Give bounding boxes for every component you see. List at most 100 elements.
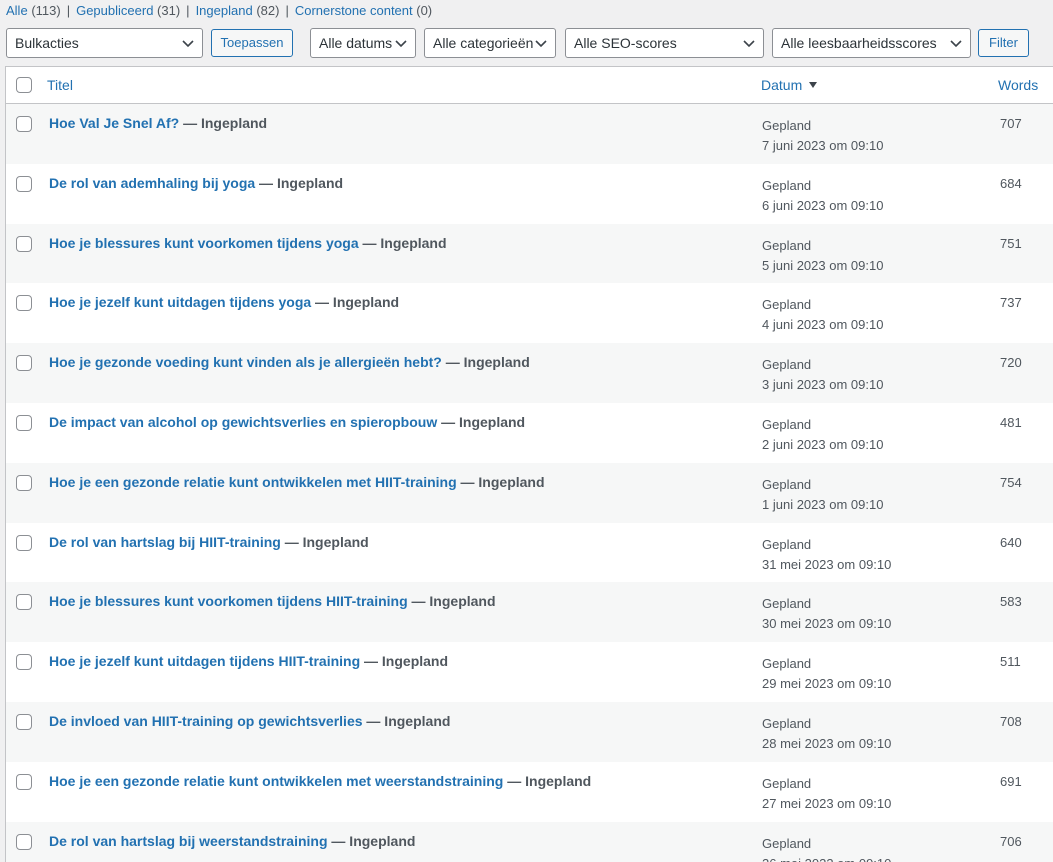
post-title-cell: Hoe je een gezonde relatie kunt ontwikke… <box>49 773 591 789</box>
post-date-cell: Gepland 27 mei 2023 om 09:10 <box>762 774 891 814</box>
table-row: De impact van alcohol op gewichtsverlies… <box>6 403 1053 463</box>
post-title-cell: Hoe je blessures kunt voorkomen tijdens … <box>49 593 496 609</box>
post-title-link[interactable]: De rol van hartslag bij weerstandstraini… <box>49 833 328 849</box>
post-date: 27 mei 2023 om 09:10 <box>762 795 892 811</box>
post-date-cell: Gepland 4 juni 2023 om 09:10 <box>762 295 883 335</box>
post-title-link[interactable]: Hoe je gezonde voeding kunt vinden als j… <box>49 354 442 370</box>
table-row: Hoe je gezonde voeding kunt vinden als j… <box>6 343 1053 403</box>
seo-score-filter-select[interactable]: Alle SEO-scores <box>565 28 764 58</box>
apply-button[interactable]: Toepassen <box>211 29 293 57</box>
row-checkbox[interactable] <box>16 833 32 850</box>
chevron-down-icon <box>950 40 962 48</box>
post-state: — Ingepland <box>327 832 416 849</box>
post-state: — Ingepland <box>311 294 400 311</box>
filter-scheduled-label: Ingepland <box>195 3 253 18</box>
post-status: Gepland <box>762 715 812 731</box>
post-date-cell: Gepland 3 juni 2023 om 09:10 <box>762 355 883 395</box>
row-checkbox[interactable] <box>16 355 32 372</box>
table-row: Hoe je een gezonde relatie kunt ontwikke… <box>6 462 1053 523</box>
post-title-link[interactable]: Hoe je een gezonde relatie kunt ontwikke… <box>49 773 503 789</box>
post-title-link[interactable]: Hoe je jezelf kunt uitdagen tijdens yoga <box>49 294 311 310</box>
post-date: 28 mei 2023 om 09:10 <box>762 735 892 751</box>
post-state: — Ingepland <box>437 413 526 430</box>
post-word-count: 751 <box>1000 235 1022 251</box>
chevron-down-icon <box>535 40 547 48</box>
post-word-count: 720 <box>1000 355 1022 371</box>
post-title-link[interactable]: Hoe je jezelf kunt uitdagen tijdens HIIT… <box>49 653 360 669</box>
row-checkbox[interactable] <box>16 474 32 491</box>
filter-scheduled-link[interactable]: Ingepland <box>196 3 253 18</box>
filter-published-link[interactable]: Gepubliceerd <box>76 3 153 18</box>
table-row: Hoe je blessures kunt voorkomen tijdens … <box>6 223 1053 284</box>
post-date-cell: Gepland 30 mei 2023 om 09:10 <box>762 594 891 634</box>
post-date: 30 mei 2023 om 09:10 <box>762 616 892 632</box>
row-checkbox[interactable] <box>16 414 32 431</box>
post-title-cell: Hoe je jezelf kunt uitdagen tijdens HIIT… <box>49 653 448 669</box>
column-date-header[interactable]: Datum <box>761 67 818 103</box>
post-state: — Ingepland <box>179 115 268 131</box>
post-status: Gepland <box>762 596 812 612</box>
post-state: — Ingepland <box>255 174 344 191</box>
post-title-link[interactable]: De rol van hartslag bij HIIT-training <box>49 534 281 550</box>
post-title-link[interactable]: Hoe je blessures kunt voorkomen tijdens … <box>49 593 408 609</box>
post-title-cell: Hoe je jezelf kunt uitdagen tijdens yoga… <box>49 294 399 310</box>
filter-scheduled-count: (82) <box>256 3 280 18</box>
table-row: Hoe je jezelf kunt uitdagen tijdens HIIT… <box>6 642 1053 702</box>
row-checkbox[interactable] <box>16 116 32 132</box>
post-date-cell: Gepland 31 mei 2023 om 09:10 <box>762 535 891 575</box>
seo-score-filter-value: Alle SEO-scores <box>574 35 677 51</box>
post-title-cell: De rol van ademhaling bij yoga — Ingepla… <box>49 175 343 191</box>
post-status: Gepland <box>762 536 812 552</box>
post-date-cell: Gepland 2 juni 2023 om 09:10 <box>762 415 883 455</box>
filter-all-label: Alle <box>6 3 28 18</box>
post-title-link[interactable]: De rol van ademhaling bij yoga <box>49 175 255 191</box>
post-title-cell: Hoe je gezonde voeding kunt vinden als j… <box>49 354 530 370</box>
status-filter-links: Alle (113) | Gepubliceerd (31) | Ingepland (… <box>6 3 432 19</box>
category-filter-select[interactable]: Alle categorieën <box>424 28 556 58</box>
filter-all-link[interactable]: Alle <box>6 3 28 18</box>
column-title-header[interactable]: Titel <box>47 67 73 103</box>
post-state: — Ingepland <box>358 234 447 251</box>
post-date: 6 juni 2023 om 09:10 <box>762 197 884 213</box>
filter-separator: | <box>285 3 289 18</box>
post-date-cell: Gepland 28 mei 2023 om 09:10 <box>762 714 891 754</box>
filter-button[interactable]: Filter <box>978 29 1029 57</box>
post-title-link[interactable]: Hoe Val Je Snel Af? <box>49 115 179 131</box>
post-title-link[interactable]: Hoe je blessures kunt voorkomen tijdens … <box>49 235 359 251</box>
post-title-link[interactable]: Hoe je een gezonde relatie kunt ontwikke… <box>49 474 457 490</box>
row-checkbox[interactable] <box>16 713 32 730</box>
post-status: Gepland <box>762 118 812 133</box>
post-status: Gepland <box>762 237 812 253</box>
post-date: 5 juni 2023 om 09:10 <box>762 257 884 273</box>
post-date: 2 juni 2023 om 09:10 <box>762 436 884 452</box>
row-checkbox[interactable] <box>16 235 32 252</box>
row-checkbox[interactable] <box>16 654 32 671</box>
table-row: De invloed van HIIT-training op gewichts… <box>6 701 1053 762</box>
bulk-actions-value: Bulkacties <box>15 35 79 51</box>
row-checkbox[interactable] <box>16 594 32 611</box>
post-word-count: 511 <box>1000 654 1021 670</box>
row-checkbox[interactable] <box>16 773 32 790</box>
post-state: — Ingepland <box>362 712 451 729</box>
filter-cornerstone-link[interactable]: Cornerstone content <box>295 3 413 18</box>
table-row: Hoe je een gezonde relatie kunt ontwikke… <box>6 762 1053 822</box>
chevron-down-icon <box>182 40 194 48</box>
post-date-cell: Gepland 26 mei 2023 om 09:10 <box>762 834 891 862</box>
post-word-count: 481 <box>1000 414 1022 430</box>
post-title-cell: De impact van alcohol op gewichtsverlies… <box>49 414 525 430</box>
readability-filter-value: Alle leesbaarheidsscores <box>781 35 937 51</box>
bulk-actions-select[interactable]: Bulkacties <box>6 28 203 58</box>
post-title-link[interactable]: De impact van alcohol op gewichtsverlies… <box>49 414 437 430</box>
row-checkbox[interactable] <box>16 175 32 192</box>
readability-filter-select[interactable]: Alle leesbaarheidsscores <box>772 28 971 58</box>
sort-desc-icon <box>809 82 818 88</box>
select-all-checkbox[interactable] <box>16 77 32 93</box>
column-words-header[interactable]: Words <box>998 67 1038 103</box>
chevron-down-icon <box>743 40 755 48</box>
post-title-link[interactable]: De invloed van HIIT-training op gewichts… <box>49 713 363 729</box>
row-checkbox[interactable] <box>16 534 32 551</box>
chevron-down-icon <box>395 40 407 48</box>
date-filter-select[interactable]: Alle datums <box>310 28 416 58</box>
post-date-cell: Gepland 7 juni 2023 om 09:10 <box>762 116 883 156</box>
row-checkbox[interactable] <box>16 295 32 312</box>
